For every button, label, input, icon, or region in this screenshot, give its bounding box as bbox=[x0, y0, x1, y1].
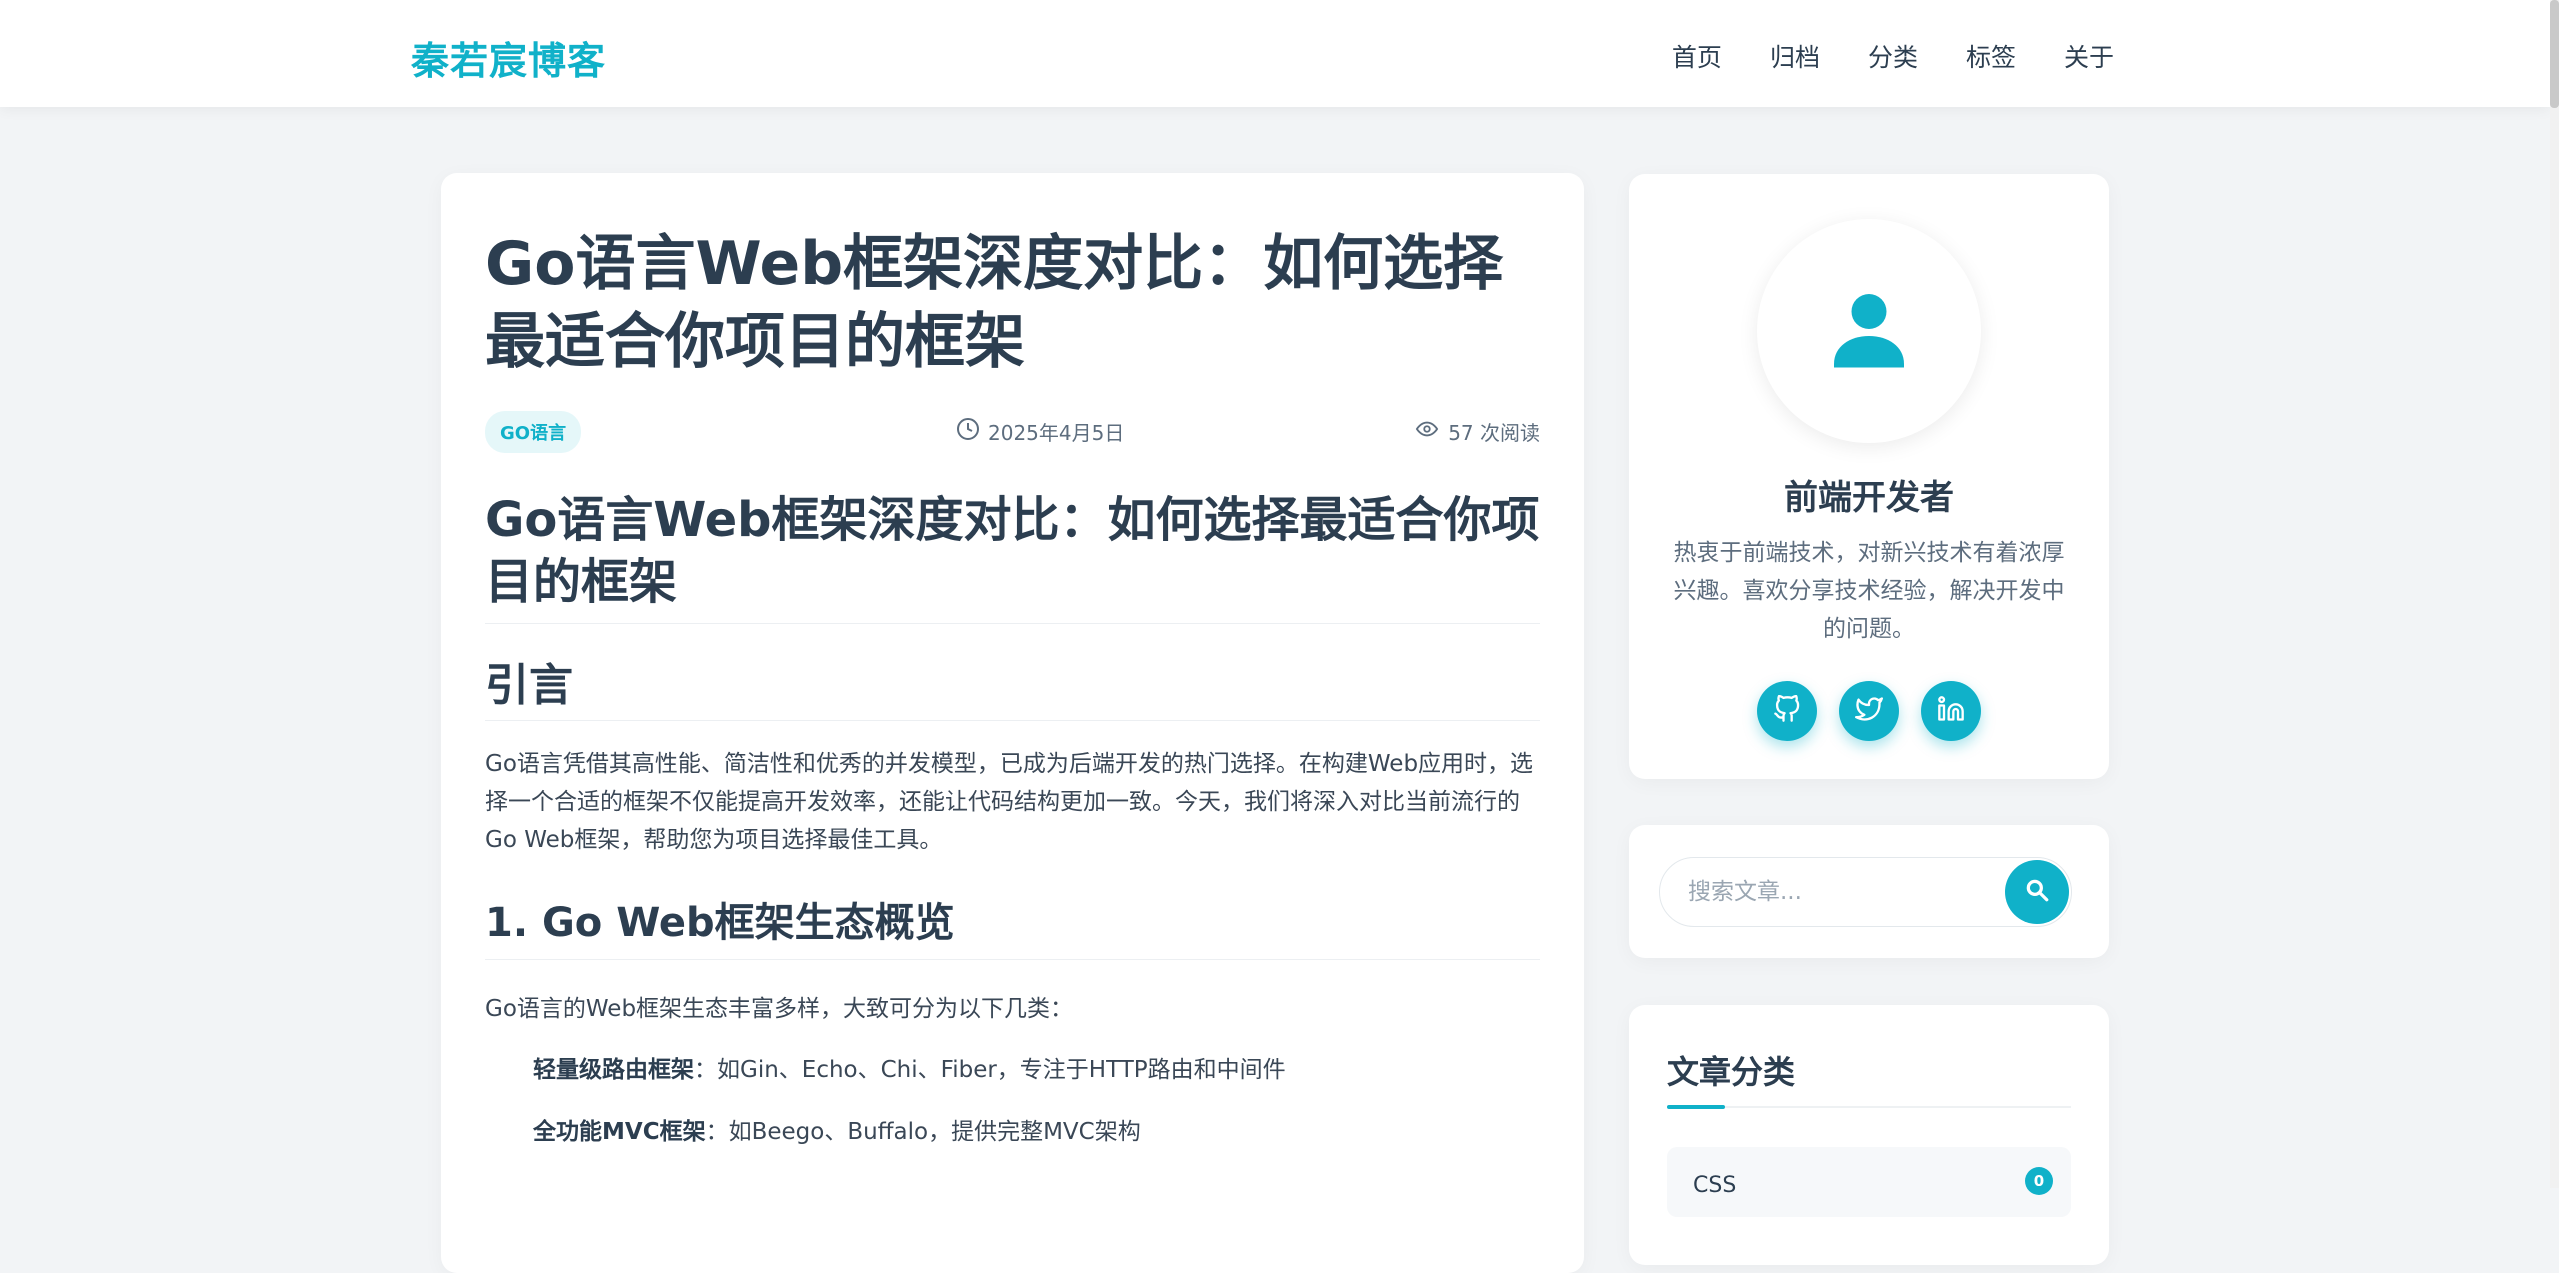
post-meta: GO语言 2025年4月5日 57 次阅读 bbox=[485, 411, 1540, 453]
scrollbar-track[interactable] bbox=[2550, 0, 2559, 1188]
list-item-desc: ：如Beego、Buffalo，提供完整MVC架构 bbox=[705, 1119, 1141, 1145]
content-paragraph-section1: Go语言的Web框架生态丰富多样，大致可分为以下几类： bbox=[485, 996, 1074, 1022]
list-item: 轻量级路由框架：如Gin、Echo、Chi、Fiber，专注于HTTP路由和中间… bbox=[533, 1050, 1540, 1090]
nav-home[interactable]: 首页 bbox=[1672, 38, 1722, 74]
title-underline bbox=[1667, 1105, 1725, 1109]
content-heading-intro: 引言 bbox=[485, 658, 1540, 721]
search-icon bbox=[2024, 877, 2050, 907]
category-count-badge: 0 bbox=[2025, 1167, 2053, 1195]
categories-title: 文章分类 bbox=[1667, 1053, 1796, 1091]
post-views-text: 57 次阅读 bbox=[1448, 421, 1540, 445]
main-nav: 首页 归档 分类 标签 关于 bbox=[1672, 38, 2114, 74]
nav-archive[interactable]: 归档 bbox=[1770, 38, 1820, 74]
content-paragraph-intro: Go语言凭借其高性能、简洁性和优秀的并发模型，已成为后端开发的热门选择。在构建W… bbox=[485, 751, 1534, 853]
eye-icon bbox=[1414, 418, 1440, 445]
site-logo[interactable]: 秦若宸博客 bbox=[411, 30, 606, 85]
search-button[interactable] bbox=[2005, 860, 2069, 924]
nav-about[interactable]: 关于 bbox=[2064, 38, 2114, 74]
profile-name: 前端开发者 bbox=[1784, 478, 1954, 518]
list-item: 全功能MVC框架：如Beego、Buffalo，提供完整MVC架构 bbox=[533, 1112, 1540, 1152]
profile-bio: 热衷于前端技术，对新兴技术有着浓厚兴趣。喜欢分享技术经验，解决开发中的问题。 bbox=[1673, 540, 2065, 642]
list-item-desc: ：如Gin、Echo、Chi、Fiber，专注于HTTP路由和中间件 bbox=[694, 1057, 1286, 1083]
list-item-term: 全功能MVC框架 bbox=[533, 1119, 706, 1145]
clock-icon bbox=[956, 417, 980, 446]
linkedin-link[interactable] bbox=[1921, 681, 1981, 741]
post-date-text: 2025年4月5日 bbox=[988, 421, 1125, 445]
divider bbox=[1667, 1106, 2071, 1108]
twitter-link[interactable] bbox=[1839, 681, 1899, 741]
list-item-term: 轻量级路由框架 bbox=[533, 1057, 694, 1083]
search-input[interactable] bbox=[1688, 872, 1988, 912]
nav-categories[interactable]: 分类 bbox=[1868, 38, 1918, 74]
article-card: Go语言Web框架深度对比：如何选择最适合你项目的框架 GO语言 2025年4月… bbox=[441, 173, 1584, 1273]
github-link[interactable] bbox=[1757, 681, 1817, 741]
twitter-icon bbox=[1855, 695, 1883, 727]
site-header: 秦若宸博客 首页 归档 分类 标签 关于 bbox=[0, 0, 2550, 107]
search-box bbox=[1659, 857, 2072, 927]
search-card bbox=[1629, 825, 2109, 958]
category-name: CSS bbox=[1693, 1173, 1737, 1198]
post-title: Go语言Web框架深度对比：如何选择最适合你项目的框架 bbox=[485, 229, 1504, 377]
post-views: 57 次阅读 bbox=[1414, 417, 1540, 446]
avatar bbox=[1757, 219, 1981, 443]
post-date: 2025年4月5日 bbox=[956, 417, 1124, 446]
category-item[interactable]: CSS 0 bbox=[1667, 1147, 2071, 1217]
scrollbar-thumb[interactable] bbox=[2550, 0, 2559, 108]
user-icon bbox=[1827, 287, 1911, 375]
profile-card: 前端开发者 热衷于前端技术，对新兴技术有着浓厚兴趣。喜欢分享技术经验，解决开发中… bbox=[1629, 174, 2109, 779]
linkedin-icon bbox=[1937, 695, 1965, 727]
content-heading-main: Go语言Web框架深度对比：如何选择最适合你项目的框架 bbox=[485, 489, 1540, 624]
content-list: 轻量级路由框架：如Gin、Echo、Chi、Fiber，专注于HTTP路由和中间… bbox=[485, 1050, 1540, 1152]
post-tag[interactable]: GO语言 bbox=[485, 411, 582, 453]
nav-tags[interactable]: 标签 bbox=[1966, 38, 2016, 74]
content-heading-section1: 1. Go Web框架生态概览 bbox=[485, 897, 1540, 960]
github-icon bbox=[1773, 694, 1801, 727]
social-links bbox=[1629, 681, 2109, 741]
categories-card: 文章分类 CSS 0 bbox=[1629, 1005, 2109, 1265]
